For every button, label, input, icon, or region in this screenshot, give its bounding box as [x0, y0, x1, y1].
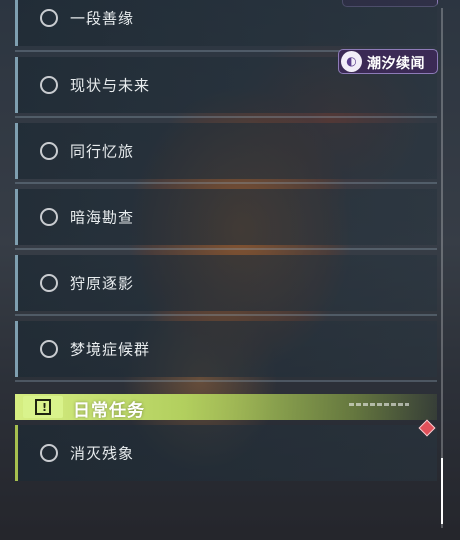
daily-section-header[interactable]: ! 日常任务 — [15, 394, 437, 421]
divider — [15, 116, 437, 118]
event-badge-label: 潮汐续闻 — [367, 56, 425, 72]
quest-label: 同行忆旅 — [70, 142, 135, 161]
event-badge[interactable]: ◐ 潮汐续闻 — [338, 49, 438, 74]
quest-item[interactable]: 同行忆旅 — [15, 123, 437, 179]
quest-item[interactable]: 梦境症候群 — [15, 321, 437, 377]
daily-quest-item[interactable]: 消灭残象 — [15, 425, 437, 481]
quest-item[interactable]: 暗海勘查 — [15, 189, 437, 245]
divider — [15, 314, 437, 316]
quest-label: 一段善缘 — [70, 9, 135, 28]
quest-item[interactable]: 狩原逐影 — [15, 255, 437, 311]
quest-item[interactable]: 一段善缘 — [15, 0, 437, 46]
quest-status-circle-icon — [40, 444, 58, 462]
quest-status-circle-icon — [40, 208, 58, 226]
quest-status-circle-icon — [40, 340, 58, 358]
divider — [15, 248, 437, 250]
header-decoration — [349, 403, 409, 406]
quest-label: 狩原逐影 — [70, 274, 135, 293]
quest-label: 消灭残象 — [70, 444, 135, 463]
scrollbar-track[interactable] — [441, 8, 443, 528]
exclamation-square-icon: ! — [23, 396, 63, 418]
daily-section-title: 日常任务 — [73, 401, 145, 421]
quest-label: 梦境症候群 — [70, 340, 151, 359]
quest-status-circle-icon — [40, 274, 58, 292]
quest-status-circle-icon — [40, 142, 58, 160]
divider — [15, 380, 437, 382]
event-logo-icon: ◐ — [341, 51, 362, 72]
scrollbar-thumb[interactable] — [441, 458, 443, 524]
quest-status-circle-icon — [40, 9, 58, 27]
quest-status-circle-icon — [40, 76, 58, 94]
quest-label: 暗海勘查 — [70, 208, 135, 227]
divider — [15, 182, 437, 184]
quest-label: 现状与未来 — [70, 76, 151, 95]
